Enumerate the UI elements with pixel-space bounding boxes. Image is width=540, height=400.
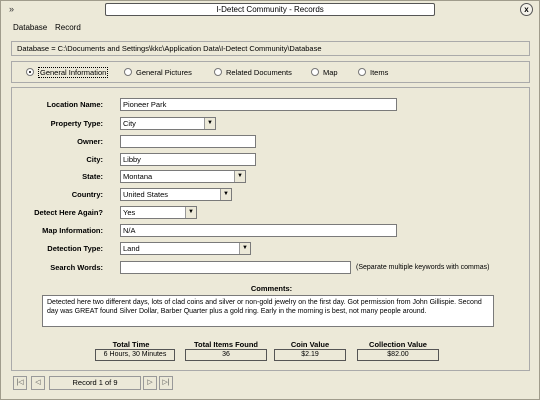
country-label: Country: (71, 190, 103, 199)
record-navigator: |◁ ◁ Record 1 of 9 ▷ ▷| (11, 375, 173, 391)
radio-icon[interactable] (124, 68, 132, 76)
radio-icon[interactable] (311, 68, 319, 76)
records-window: » I-Detect Community - Records x Databas… (0, 0, 540, 400)
map-information-label: Map Information: (42, 226, 103, 235)
tab-related-documents[interactable]: Related Documents (214, 67, 292, 79)
total-items-label: Total Items Found (193, 340, 259, 349)
country-value: United States (123, 190, 169, 199)
radio-icon[interactable] (358, 68, 366, 76)
collection-value-value: $82.00 (357, 349, 439, 361)
comments-label: Comments: (250, 284, 293, 293)
search-words-label: Search Words: (50, 263, 103, 272)
detection-type-value: Land (123, 244, 140, 253)
owner-field[interactable] (120, 135, 256, 148)
first-record-button[interactable]: |◁ (13, 376, 27, 390)
dropdown-arrow-icon[interactable]: ▼ (204, 118, 215, 129)
state-label: State: (82, 172, 103, 181)
map-information-field[interactable]: N/A (120, 224, 397, 237)
property-type-value: City (123, 119, 136, 128)
coin-value-label: Coin Value (290, 340, 330, 349)
location-name-field[interactable]: Pioneer Park (120, 98, 397, 111)
property-type-select[interactable]: City ▼ (120, 117, 216, 130)
detect-again-value: Yes (123, 208, 136, 217)
state-value: Montana (123, 172, 153, 181)
owner-label: Owner: (77, 137, 103, 146)
total-items-value: 36 (185, 349, 267, 361)
radio-selected-icon[interactable] (26, 68, 34, 76)
country-select[interactable]: United States ▼ (120, 188, 232, 201)
collection-value-label: Collection Value (369, 340, 427, 349)
dropdown-arrow-icon[interactable]: ▼ (234, 171, 245, 182)
section-radio-group: General Information General Pictures Rel… (11, 61, 530, 83)
close-button[interactable]: x (520, 3, 533, 16)
dropdown-arrow-icon[interactable]: ▼ (239, 243, 250, 254)
title-bar: » I-Detect Community - Records x (1, 1, 539, 19)
detect-again-label: Detect Here Again? (34, 208, 103, 217)
tab-map[interactable]: Map (311, 67, 338, 79)
detection-type-select[interactable]: Land ▼ (120, 242, 251, 255)
comments-field[interactable]: Detected here two different days, lots o… (42, 295, 494, 327)
general-information-panel: Location Name: Pioneer Park Property Typ… (11, 87, 530, 371)
double-chevron-icon[interactable]: » (9, 4, 19, 14)
last-record-button[interactable]: ▷| (159, 376, 173, 390)
total-time-label: Total Time (112, 340, 150, 349)
city-label: City: (86, 155, 103, 164)
tab-items[interactable]: Items (358, 67, 388, 79)
record-position: Record 1 of 9 (49, 376, 141, 390)
previous-record-button[interactable]: ◁ (31, 376, 45, 390)
dropdown-arrow-icon[interactable]: ▼ (220, 189, 231, 200)
next-record-button[interactable]: ▷ (143, 376, 157, 390)
location-name-label: Location Name: (46, 100, 103, 109)
tab-general-information[interactable]: General Information (26, 67, 109, 79)
window-title: I-Detect Community - Records (105, 3, 435, 16)
search-words-hint: (Separate multiple keywords with commas) (356, 264, 490, 271)
state-select[interactable]: Montana ▼ (120, 170, 246, 183)
tab-general-pictures[interactable]: General Pictures (124, 67, 192, 79)
coin-value-value: $2.19 (274, 349, 346, 361)
property-type-label: Property Type: (50, 119, 103, 128)
menu-record[interactable]: Record (55, 23, 81, 32)
menu-bar: Database Record (1, 20, 539, 36)
radio-icon[interactable] (214, 68, 222, 76)
menu-database[interactable]: Database (13, 23, 47, 32)
total-time-value: 6 Hours, 30 Minutes (95, 349, 175, 361)
database-path: Database = C:\Documents and Settings\kkc… (11, 41, 530, 56)
search-words-field[interactable] (120, 261, 351, 274)
detect-again-select[interactable]: Yes ▼ (120, 206, 197, 219)
detection-type-label: Detection Type: (47, 244, 103, 253)
dropdown-arrow-icon[interactable]: ▼ (185, 207, 196, 218)
city-field[interactable]: Libby (120, 153, 256, 166)
